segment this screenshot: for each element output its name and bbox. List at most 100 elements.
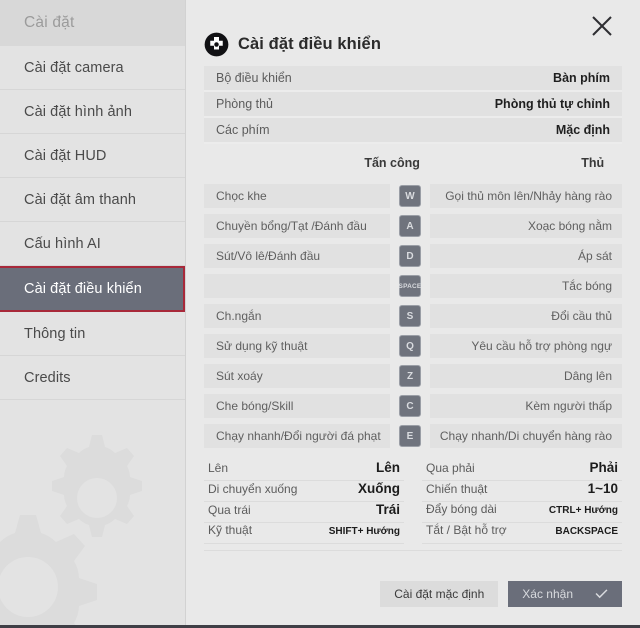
sidebar-item-1[interactable]: Cài đặt hình ảnh bbox=[0, 90, 185, 134]
sidebar-item-label: Credits bbox=[24, 369, 71, 386]
summary-row[interactable]: Phòng thủ Phòng thủ tự chỉnh bbox=[204, 92, 622, 118]
binding-row: Sút/Vô lê/Đánh đầu D Áp sát bbox=[204, 242, 622, 270]
keycap[interactable]: SPACE bbox=[399, 275, 421, 297]
gears-icon bbox=[0, 435, 142, 625]
binding-attack-action[interactable]: Chọc khe bbox=[204, 184, 390, 208]
gamepad-dpad-icon bbox=[204, 32, 229, 56]
confirm-button[interactable]: Xác nhận bbox=[508, 581, 622, 607]
movement-row[interactable]: Tắt / Bật hỗ trợ BACKSPACE bbox=[422, 523, 622, 544]
binding-attack-action[interactable]: Chạy nhanh/Đổi người đá phạt bbox=[204, 424, 390, 448]
binding-attack-action[interactable]: Sút xoáy bbox=[204, 364, 390, 388]
keycap[interactable]: S bbox=[399, 305, 421, 327]
movement-label: Chiến thuật bbox=[426, 482, 488, 496]
sidebar-item-5[interactable]: Cài đặt điều khiển bbox=[0, 266, 185, 312]
movement-value: CTRL+ Hướng bbox=[548, 505, 618, 516]
binding-defend-action[interactable]: Chạy nhanh/Di chuyển hàng rào bbox=[430, 424, 622, 448]
binding-defend-action[interactable]: Dâng lên bbox=[430, 364, 622, 388]
footer-divider bbox=[204, 550, 622, 551]
movement-column-left: Lên Lên Di chuyển xuống Xuống Qua trái Trái Kỹ… bbox=[204, 460, 404, 544]
summary-label: Bộ điều khiển bbox=[216, 71, 292, 85]
summary-value: Phòng thủ tự chỉnh bbox=[494, 97, 610, 111]
binding-row: Che bóng/Skill C Kèm người thấp bbox=[204, 392, 622, 420]
movement-label: Đẩy bóng dài bbox=[426, 502, 497, 516]
binding-defend-action[interactable]: Tắc bóng bbox=[430, 274, 622, 298]
binding-attack-action[interactable]: Sử dụng kỹ thuật bbox=[204, 334, 390, 358]
movement-value: Phải bbox=[589, 460, 618, 475]
binding-attack-action[interactable]: Sút/Vô lê/Đánh đầu bbox=[204, 244, 390, 268]
binding-keycap-slot: Q bbox=[390, 335, 430, 357]
settings-dialog: Cài đặt Cài đặt camera Cài đặt hình ảnh Cà… bbox=[0, 0, 640, 628]
sidebar-item-6[interactable]: Thông tin bbox=[0, 312, 185, 356]
binding-defend-action[interactable]: Đổi cầu thủ bbox=[430, 304, 622, 328]
summary-value: Bàn phím bbox=[553, 71, 610, 85]
sidebar-header: Cài đặt bbox=[0, 0, 185, 46]
binding-row: Chạy nhanh/Đổi người đá phạt E Chạy nhanh/… bbox=[204, 422, 622, 450]
sidebar-item-4[interactable]: Cấu hình AI bbox=[0, 222, 185, 266]
sidebar-item-3[interactable]: Cài đặt âm thanh bbox=[0, 178, 185, 222]
movement-label: Di chuyển xuống bbox=[208, 482, 298, 496]
summary-row[interactable]: Các phím Mặc định bbox=[204, 118, 622, 144]
summary-value: Mặc định bbox=[555, 123, 610, 137]
keycap[interactable]: W bbox=[399, 185, 421, 207]
binding-keycap-slot: C bbox=[390, 395, 430, 417]
sidebar-item-label: Cài đặt âm thanh bbox=[24, 191, 137, 208]
movement-row[interactable]: Qua phải Phải bbox=[422, 460, 622, 481]
sidebar-item-2[interactable]: Cài đặt HUD bbox=[0, 134, 185, 178]
restore-defaults-button[interactable]: Cài đặt mặc định bbox=[380, 581, 499, 607]
binding-defend-action[interactable]: Áp sát bbox=[430, 244, 622, 268]
keycap[interactable]: D bbox=[399, 245, 421, 267]
movement-value: Lên bbox=[375, 460, 400, 475]
movement-label: Lên bbox=[208, 461, 229, 475]
binding-keycap-slot: SPACE bbox=[390, 275, 430, 297]
keycap[interactable]: Z bbox=[399, 365, 421, 387]
movement-row[interactable]: Lên Lên bbox=[204, 460, 404, 481]
movement-value: BACKSPACE bbox=[555, 526, 618, 537]
binding-keycap-slot: D bbox=[390, 245, 430, 267]
key-bindings-table: Chọc khe W Gọi thủ môn lên/Nhảy hàng rào Ch… bbox=[204, 182, 622, 450]
footer-actions: Cài đặt mặc định Xác nhận bbox=[380, 581, 622, 607]
keycap[interactable]: E bbox=[399, 425, 421, 447]
binding-row: Chọc khe W Gọi thủ môn lên/Nhảy hàng rào bbox=[204, 182, 622, 210]
sidebar-item-label: Cài đặt hình ảnh bbox=[24, 103, 133, 120]
movement-value: Trái bbox=[375, 502, 400, 517]
binding-attack-action[interactable] bbox=[204, 274, 390, 298]
binding-row: Sút xoáy Z Dâng lên bbox=[204, 362, 622, 390]
page-title: Cài đặt điều khiển bbox=[238, 34, 381, 53]
binding-attack-action[interactable]: Chuyền bổng/Tạt /Đánh đầu bbox=[204, 214, 390, 238]
movement-column-right: Qua phải Phải Chiến thuật 1~10 Đẩy bóng dài C… bbox=[422, 460, 622, 544]
binding-attack-action[interactable]: Ch.ngắn bbox=[204, 304, 390, 328]
movement-row[interactable]: Qua trái Trái bbox=[204, 502, 404, 523]
movement-row[interactable]: Di chuyển xuống Xuống bbox=[204, 481, 404, 502]
binding-keycap-slot: Z bbox=[390, 365, 430, 387]
controls-panel: Cài đặt điều khiển Bộ điều khiển Bàn phím… bbox=[186, 0, 640, 625]
movement-bindings: Lên Lên Di chuyển xuống Xuống Qua trái Trái Kỹ… bbox=[204, 460, 622, 544]
binding-defend-action[interactable]: Gọi thủ môn lên/Nhảy hàng rào bbox=[430, 184, 622, 208]
binding-defend-action[interactable]: Yêu cầu hỗ trợ phòng ngự bbox=[430, 334, 622, 358]
summary-row[interactable]: Bộ điều khiển Bàn phím bbox=[204, 66, 622, 92]
binding-defend-action[interactable]: Kèm người thấp bbox=[430, 394, 622, 418]
movement-row[interactable]: Kỹ thuật SHIFT+ Hướng bbox=[204, 523, 404, 544]
sidebar-item-label: Cài đặt camera bbox=[24, 59, 124, 76]
binding-keycap-slot: S bbox=[390, 305, 430, 327]
movement-value: 1~10 bbox=[587, 481, 618, 496]
movement-label: Qua phải bbox=[426, 461, 475, 475]
keycap[interactable]: Q bbox=[399, 335, 421, 357]
binding-attack-action[interactable]: Che bóng/Skill bbox=[204, 394, 390, 418]
binding-defend-action[interactable]: Xoạc bóng nằm bbox=[430, 214, 622, 238]
confirm-button-label: Xác nhận bbox=[522, 587, 573, 601]
movement-row[interactable]: Đẩy bóng dài CTRL+ Hướng bbox=[422, 502, 622, 523]
movement-row[interactable]: Chiến thuật 1~10 bbox=[422, 481, 622, 502]
panel-title-row: Cài đặt điều khiển bbox=[186, 0, 640, 56]
keycap[interactable]: C bbox=[399, 395, 421, 417]
close-button[interactable] bbox=[586, 10, 618, 42]
sidebar-item-7[interactable]: Credits bbox=[0, 356, 185, 400]
binding-keycap-slot: E bbox=[390, 425, 430, 447]
sidebar-item-label: Cài đặt điều khiển bbox=[24, 281, 142, 297]
sidebar: Cài đặt Cài đặt camera Cài đặt hình ảnh Cà… bbox=[0, 0, 186, 625]
summary-list: Bộ điều khiển Bàn phím Phòng thủ Phòng thủ … bbox=[204, 66, 622, 144]
column-header-defend: Thủ bbox=[581, 156, 605, 170]
binding-row: Ch.ngắn S Đổi cầu thủ bbox=[204, 302, 622, 330]
binding-row: SPACE Tắc bóng bbox=[204, 272, 622, 300]
sidebar-item-0[interactable]: Cài đặt camera bbox=[0, 46, 185, 90]
keycap[interactable]: A bbox=[399, 215, 421, 237]
